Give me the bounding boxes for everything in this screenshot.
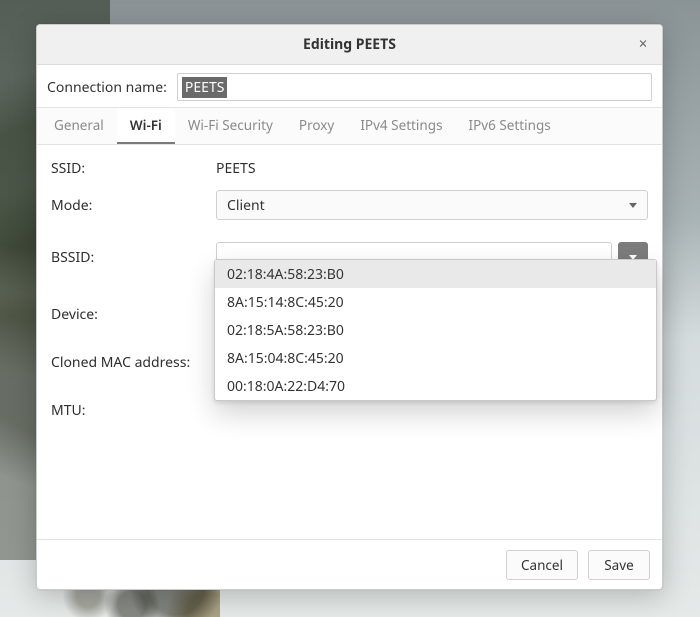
connection-name-value: PEETS <box>182 77 228 98</box>
cancel-button[interactable]: Cancel <box>506 550 578 580</box>
tab-wifi[interactable]: Wi-Fi <box>117 108 175 144</box>
tab-general[interactable]: General <box>41 108 117 144</box>
bssid-option[interactable]: 02:18:4A:58:23:B0 <box>215 260 656 288</box>
mode-value: Client <box>227 196 265 215</box>
connection-name-label: Connection name: <box>47 78 167 97</box>
ssid-value: PEETS <box>216 155 648 182</box>
ssid-label: SSID: <box>51 159 206 178</box>
connection-name-input[interactable]: PEETS <box>177 73 652 101</box>
tab-ipv6-settings[interactable]: IPv6 Settings <box>456 108 564 144</box>
close-icon: × <box>639 34 648 54</box>
bssid-option[interactable]: 02:18:5A:58:23:B0 <box>215 316 656 344</box>
tab-bar: General Wi-Fi Wi-Fi Security Proxy IPv4 … <box>37 107 662 145</box>
tab-ipv4-settings[interactable]: IPv4 Settings <box>347 108 455 144</box>
bssid-label: BSSID: <box>51 248 206 267</box>
dialog-footer: Cancel Save <box>37 539 662 589</box>
dialog-body: SSID: PEETS Mode: Client BSSID: Device: … <box>37 145 662 539</box>
tab-wifi-security[interactable]: Wi-Fi Security <box>175 108 286 144</box>
bssid-option[interactable]: 8A:15:04:8C:45:20 <box>215 344 656 372</box>
close-button[interactable]: × <box>630 31 656 57</box>
cloned-mac-label: Cloned MAC address: <box>51 353 206 372</box>
bssid-dropdown-list: 02:18:4A:58:23:B0 8A:15:14:8C:45:20 02:1… <box>214 259 657 401</box>
mode-select[interactable]: Client <box>216 190 648 220</box>
window-title: Editing PEETS <box>303 35 396 54</box>
tab-proxy[interactable]: Proxy <box>286 108 347 144</box>
title-bar: Editing PEETS × <box>37 25 662 65</box>
connection-name-row: Connection name: PEETS <box>37 65 662 107</box>
chevron-down-icon <box>629 203 637 208</box>
dialog-window: Editing PEETS × Connection name: PEETS G… <box>36 24 663 590</box>
save-button[interactable]: Save <box>588 550 650 580</box>
mtu-label: MTU: <box>51 401 206 420</box>
mode-label: Mode: <box>51 196 206 215</box>
device-label: Device: <box>51 305 206 324</box>
bssid-option[interactable]: 8A:15:14:8C:45:20 <box>215 288 656 316</box>
bssid-option[interactable]: 00:18:0A:22:D4:70 <box>215 372 656 400</box>
